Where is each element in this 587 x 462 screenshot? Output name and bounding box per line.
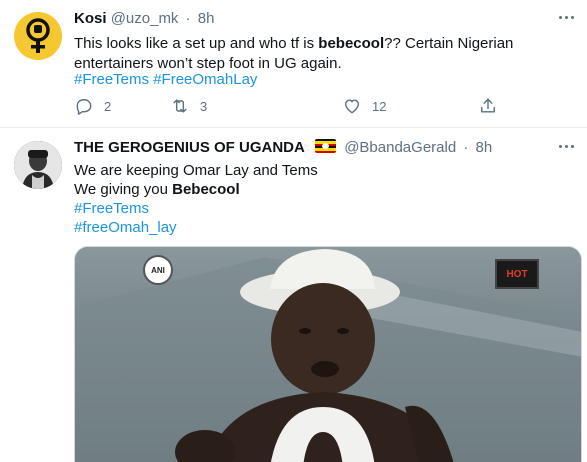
separator-dot: · [463, 139, 469, 156]
share-icon [481, 98, 495, 113]
tweet-line-2-prefix: We giving you [74, 181, 173, 198]
like-button[interactable]: 12 [342, 96, 386, 116]
channel-logo-right: HOT [495, 259, 539, 289]
tweet-kosi[interactable]: Kosi @uzo_mk · 8h This looks like a set … [0, 0, 587, 128]
retweet-count: 3 [200, 98, 208, 114]
tweet-line-2-bold: Bebecool [172, 181, 240, 198]
reply-count: 2 [104, 98, 112, 114]
hashtags[interactable]: #FreeTems #FreeOmahLay [74, 70, 257, 90]
like-count: 12 [372, 98, 387, 114]
reply-icon [76, 99, 92, 115]
tweet-gerogenius[interactable]: THE GEROGENIUS OF UGANDA @BbandaGerald ·… [0, 129, 587, 462]
like-icon [345, 99, 359, 114]
tweet-actions: 2 3 12 [74, 96, 514, 118]
hashtag-freetems[interactable]: #FreeTems [74, 199, 149, 219]
uganda-flag-icon [315, 139, 337, 153]
tweet-text-bold: bebecool [318, 35, 385, 52]
more-icon[interactable] [555, 8, 577, 26]
share-button[interactable] [478, 96, 498, 116]
tweet-text-start: This looks like a set up and who tf is [74, 35, 319, 52]
timestamp[interactable]: 8h [198, 10, 215, 27]
user-handle[interactable]: @BbandaGerald [344, 139, 456, 156]
tweet-line-1: We are keeping Omar Lay and Tems [74, 162, 318, 179]
display-name[interactable]: Kosi [74, 10, 107, 27]
avatar[interactable] [14, 141, 62, 189]
reply-button[interactable]: 2 [74, 96, 111, 116]
avatar[interactable] [14, 12, 62, 60]
user-handle[interactable]: @uzo_mk [111, 10, 179, 27]
display-name[interactable]: THE GEROGENIUS OF UGANDA [74, 139, 305, 156]
timestamp[interactable]: 8h [476, 139, 493, 156]
venus-fist-icon [14, 12, 62, 60]
channel-logo-left: ANI [143, 255, 173, 285]
profile-photo-icon [14, 141, 62, 189]
tweet-header: Kosi @uzo_mk · 8h [74, 10, 214, 27]
video-thumbnail[interactable]: ANI HOT [74, 246, 582, 462]
tweet-text: This looks like a set up and who tf is b… [74, 34, 544, 74]
tweet-header: THE GEROGENIUS OF UGANDA @BbandaGerald ·… [74, 139, 492, 156]
retweet-button[interactable]: 3 [170, 96, 207, 116]
tweet-line-2: We giving you Bebecool [74, 180, 240, 200]
hashtag-freeomah-lay[interactable]: #freeOmah_lay [74, 218, 177, 238]
retweet-icon [173, 99, 187, 113]
separator-dot: · [185, 10, 191, 27]
more-icon[interactable] [555, 137, 577, 155]
